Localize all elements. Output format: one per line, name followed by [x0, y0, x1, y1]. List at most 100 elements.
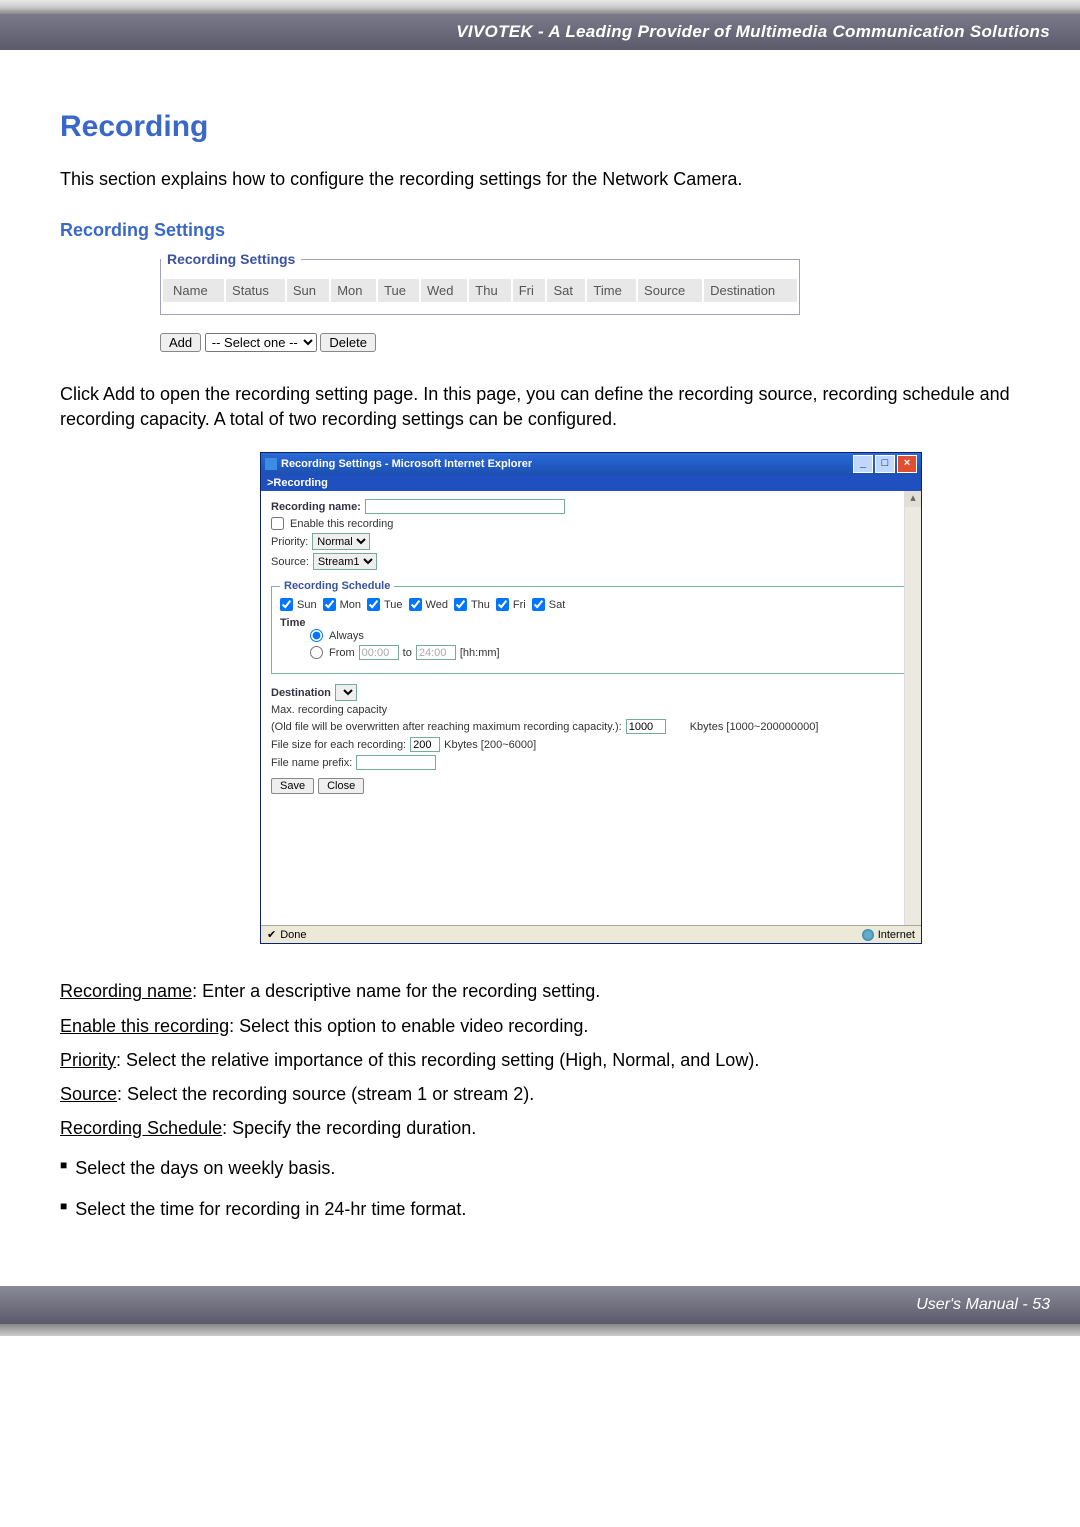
sun-checkbox[interactable]: [280, 598, 293, 611]
desc-schedule-t: : Specify the recording duration.: [222, 1118, 476, 1138]
to-input[interactable]: [416, 645, 456, 660]
table-header-row: Name Status Sun Mon Tue Wed Thu Fri Sat …: [163, 279, 797, 302]
desc-enable: Enable this recording: Select this optio…: [60, 1009, 1020, 1043]
tue-checkbox[interactable]: [367, 598, 380, 611]
always-radio[interactable]: [310, 629, 323, 642]
from-radio[interactable]: [310, 646, 323, 659]
day-tue[interactable]: Tue: [367, 598, 403, 611]
maximize-button[interactable]: □: [875, 455, 895, 473]
source-label: Source:: [271, 556, 309, 568]
minimize-button[interactable]: _: [853, 455, 873, 473]
scrollbar[interactable]: ▴: [904, 491, 921, 925]
internet-icon: [862, 929, 874, 941]
status-left: ✔ Done: [267, 928, 307, 941]
desc-source-t: : Select the recording source (stream 1 …: [117, 1084, 534, 1104]
ie-icon: [265, 458, 277, 470]
from-to-row: From to [hh:mm]: [310, 645, 902, 660]
footer-bottom-bar: [0, 1324, 1080, 1336]
bullet-icon: ■: [60, 1192, 67, 1226]
recording-name-row: Recording name:: [271, 499, 911, 514]
destination-select[interactable]: [335, 684, 357, 701]
recording-name-label: Recording name:: [271, 501, 361, 513]
desc-recording-name: Recording name: Enter a descriptive name…: [60, 974, 1020, 1008]
scroll-up-icon[interactable]: ▴: [905, 491, 921, 507]
close-button[interactable]: Close: [318, 778, 364, 794]
header-top-bar: [0, 0, 1080, 14]
recording-settings-fieldset: Recording Settings Name Status Sun Mon T…: [160, 251, 800, 315]
col-status: Status: [226, 279, 285, 302]
desc-source: Source: Select the recording source (str…: [60, 1077, 1020, 1111]
bullet-2-text: Select the time for recording in 24-hr t…: [75, 1192, 466, 1226]
overwrite-label: (Old file will be overwritten after reac…: [271, 721, 622, 733]
desc-recording-name-t: : Enter a descriptive name for the recor…: [192, 981, 600, 1001]
prefix-label: File name prefix:: [271, 757, 352, 769]
col-time: Time: [587, 279, 636, 302]
desc-schedule: Recording Schedule: Specify the recordin…: [60, 1111, 1020, 1145]
col-wed: Wed: [421, 279, 467, 302]
day-mon[interactable]: Mon: [323, 598, 361, 611]
delete-button[interactable]: Delete: [320, 333, 376, 352]
status-right: Internet: [862, 928, 915, 941]
day-thu[interactable]: Thu: [454, 598, 490, 611]
wed-checkbox[interactable]: [409, 598, 422, 611]
day-wed[interactable]: Wed: [409, 598, 448, 611]
max-capacity-row: Max. recording capacity: [271, 704, 911, 716]
ie-spacer: [271, 797, 911, 917]
from-label: From: [329, 647, 355, 659]
recording-settings-table: Name Status Sun Mon Tue Wed Thu Fri Sat …: [161, 277, 799, 304]
mon-checkbox[interactable]: [323, 598, 336, 611]
fri-checkbox[interactable]: [496, 598, 509, 611]
brand-text: VIVOTEK - A Leading Provider of Multimed…: [456, 22, 1050, 41]
col-mon: Mon: [331, 279, 376, 302]
always-row: Always: [310, 629, 902, 642]
desc-recording-name-u: Recording name: [60, 981, 192, 1001]
ie-titlebar: Recording Settings - Microsoft Internet …: [261, 453, 921, 475]
page-footer: User's Manual - 53: [0, 1286, 1080, 1324]
desc-priority-t: : Select the relative importance of this…: [116, 1050, 759, 1070]
source-select[interactable]: Stream1: [313, 553, 377, 570]
thu-checkbox[interactable]: [454, 598, 467, 611]
descriptions: Recording name: Enter a descriptive name…: [60, 974, 1020, 1225]
save-button[interactable]: Save: [271, 778, 314, 794]
col-source: Source: [638, 279, 702, 302]
bullet-1: ■Select the days on weekly basis.: [60, 1151, 1020, 1185]
always-label: Always: [329, 630, 364, 642]
recording-settings-legend: Recording Settings: [161, 251, 301, 267]
col-thu: Thu: [469, 279, 510, 302]
desc-priority: Priority: Select the relative importance…: [60, 1043, 1020, 1077]
day-sat[interactable]: Sat: [532, 598, 566, 611]
priority-select[interactable]: Normal: [312, 533, 370, 550]
paragraph-after-panel: Click Add to open the recording setting …: [60, 382, 1020, 432]
recording-select[interactable]: -- Select one --: [205, 333, 317, 352]
recording-schedule-fieldset: Recording Schedule Sun Mon Tue Wed Thu F…: [271, 580, 911, 674]
sat-checkbox[interactable]: [532, 598, 545, 611]
status-zone: Internet: [878, 929, 915, 941]
status-done: Done: [280, 929, 306, 941]
bullet-icon: ■: [60, 1151, 67, 1185]
tue-label: Tue: [384, 599, 403, 611]
prefix-row: File name prefix:: [271, 755, 911, 770]
overwrite-input[interactable]: [626, 719, 666, 734]
time-heading: Time: [280, 617, 902, 629]
prefix-input[interactable]: [356, 755, 436, 770]
col-destination: Destination: [704, 279, 797, 302]
mon-label: Mon: [340, 599, 361, 611]
from-input[interactable]: [359, 645, 399, 660]
day-fri[interactable]: Fri: [496, 598, 526, 611]
recording-name-input[interactable]: [365, 499, 565, 514]
window-buttons: _ □ ×: [853, 455, 917, 473]
enable-checkbox[interactable]: [271, 517, 284, 530]
day-sun[interactable]: Sun: [280, 598, 317, 611]
filesize-input[interactable]: [410, 737, 440, 752]
overwrite-row: (Old file will be overwritten after reac…: [271, 719, 911, 734]
destination-label: Destination: [271, 687, 331, 699]
ie-status-bar: ✔ Done Internet: [261, 925, 921, 943]
max-capacity-label: Max. recording capacity: [271, 704, 387, 716]
desc-priority-u: Priority: [60, 1050, 116, 1070]
add-button[interactable]: Add: [160, 333, 201, 352]
overwrite-hint: Kbytes [1000~200000000]: [690, 721, 819, 733]
enable-label: Enable this recording: [290, 518, 393, 530]
fri-label: Fri: [513, 599, 526, 611]
close-window-button[interactable]: ×: [897, 455, 917, 473]
bullet-2: ■Select the time for recording in 24-hr …: [60, 1192, 1020, 1226]
